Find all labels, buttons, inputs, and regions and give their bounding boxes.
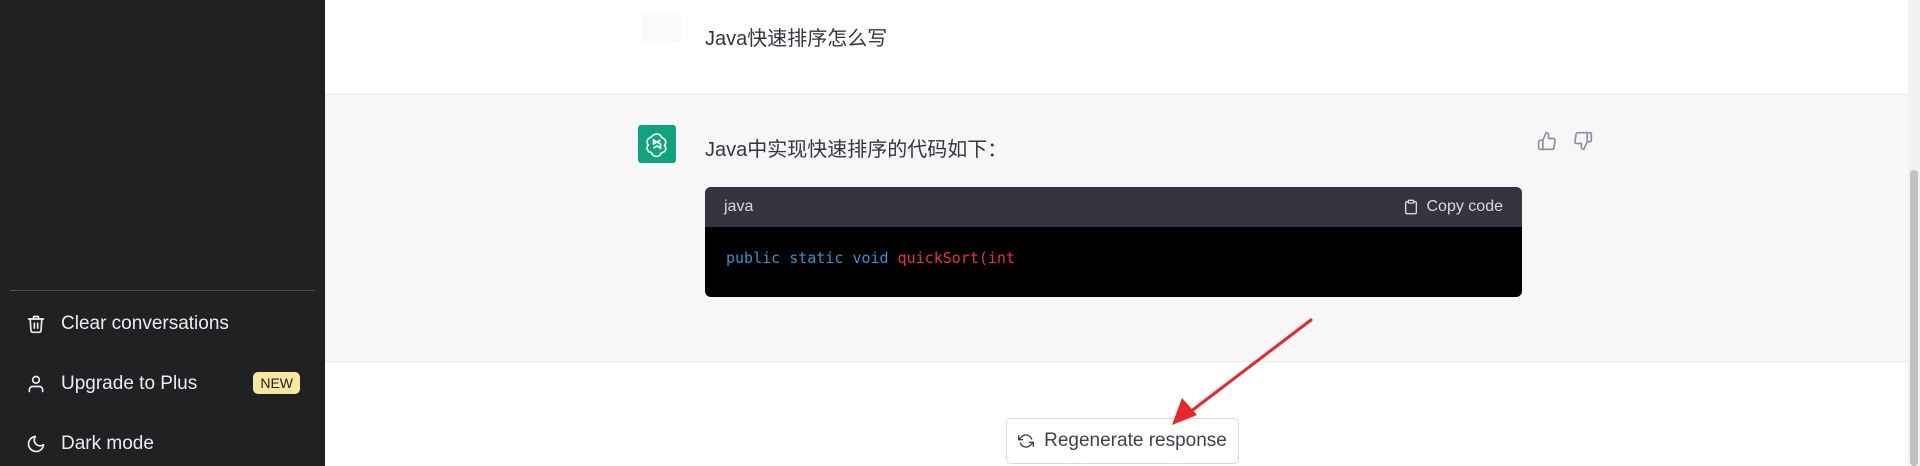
- code-token: quickSort: [897, 249, 979, 267]
- assistant-intro-text: Java中实现快速排序的代码如下：: [705, 139, 1008, 161]
- moon-icon: [25, 433, 47, 455]
- user-message-row: Java快速排序怎么写: [325, 0, 1908, 95]
- code-token: public: [726, 249, 781, 267]
- sidebar-divider: [10, 290, 315, 291]
- scrollbar-thumb[interactable]: [1910, 170, 1918, 466]
- code-language-label: java: [724, 198, 754, 215]
- thumbs-up-icon: [1537, 131, 1556, 151]
- assistant-message-row: Java中实现快速排序的代码如下： java Copy code public …: [325, 95, 1908, 362]
- thumbs-up-button[interactable]: [1535, 129, 1559, 153]
- code-token: static: [789, 249, 844, 267]
- code-token: (: [978, 249, 988, 267]
- chatgpt-logo-icon: [638, 125, 676, 163]
- refresh-icon: [1018, 434, 1035, 448]
- code-block-header: java Copy code: [705, 187, 1522, 227]
- code-token: int: [987, 249, 1015, 267]
- conversation-area: Java快速排序怎么写 Java中实现快速排序的代码如下： java Copy …: [325, 0, 1920, 466]
- clear-conversations-label: Clear conversations: [61, 313, 229, 334]
- user-avatar: [641, 12, 681, 42]
- new-badge: NEW: [253, 372, 300, 394]
- regenerate-response-button[interactable]: Regenerate response: [1006, 418, 1239, 464]
- dark-mode-label: Dark mode: [61, 433, 154, 454]
- user-message-text: Java快速排序怎么写: [705, 28, 888, 50]
- dark-mode-button[interactable]: Dark mode: [10, 422, 315, 466]
- trash-icon: [25, 313, 47, 335]
- clipboard-icon: [1404, 199, 1417, 215]
- scrollbar[interactable]: [1908, 0, 1920, 466]
- code-block: java Copy code public static void quickS…: [705, 187, 1522, 297]
- copy-code-label: Copy code: [1426, 198, 1504, 215]
- user-icon: [25, 373, 47, 395]
- regenerate-response-label: Regenerate response: [1044, 430, 1227, 451]
- code-content: public static void quickSort(int: [705, 227, 1522, 289]
- code-token: void: [852, 249, 889, 267]
- upgrade-to-plus-label: Upgrade to Plus: [61, 373, 198, 394]
- thumbs-down-button[interactable]: [1571, 129, 1595, 153]
- clear-conversations-button[interactable]: Clear conversations: [10, 302, 315, 346]
- copy-code-button[interactable]: Copy code: [1403, 198, 1504, 216]
- upgrade-to-plus-button[interactable]: Upgrade to Plus NEW: [10, 362, 315, 406]
- sidebar: Clear conversations Upgrade to Plus NEW …: [0, 0, 325, 466]
- thumbs-down-icon: [1574, 131, 1593, 151]
